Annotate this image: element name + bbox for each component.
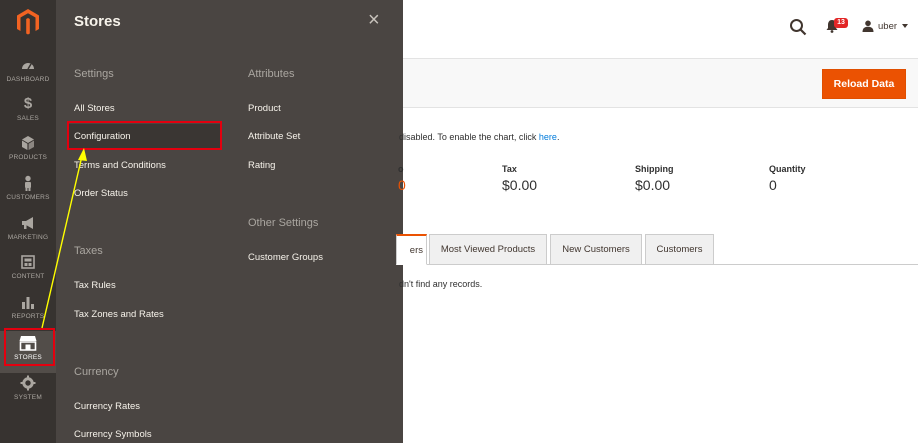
notification-count-badge: 13 <box>834 18 848 28</box>
totals-value-shipping: $0.00 <box>635 177 671 193</box>
tab-bestsellers[interactable]: ers <box>396 234 427 265</box>
group-title-currency: Currency <box>74 366 119 378</box>
menu-link-configuration[interactable]: Configuration <box>68 124 220 148</box>
group-title-settings: Settings <box>74 68 114 80</box>
nav-stores[interactable]: STORES <box>0 331 56 373</box>
content-layout-icon <box>21 255 35 269</box>
nav-customers[interactable]: CUSTOMERS <box>0 175 56 215</box>
megaphone-icon <box>22 217 33 229</box>
menu-link-tax-rules[interactable]: Tax Rules <box>74 280 116 291</box>
menu-link-tax-zones-and-rates[interactable]: Tax Zones and Rates <box>74 309 164 320</box>
totals-label-shipping: Shipping <box>635 164 674 174</box>
tab-customers[interactable]: Customers <box>645 234 714 265</box>
menu-link-currency-rates[interactable]: Currency Rates <box>74 401 140 412</box>
magento-logo[interactable] <box>0 0 56 44</box>
nav-content-label: CONTENT <box>11 273 45 280</box>
close-icon[interactable]: × <box>368 10 380 30</box>
menu-link-currency-symbols[interactable]: Currency Symbols <box>74 429 152 440</box>
group-title-attributes: Attributes <box>248 68 295 80</box>
tab-new-customers[interactable]: New Customers <box>550 234 642 265</box>
nav-products-label: PRODUCTS <box>8 154 48 161</box>
nav-marketing[interactable]: MARKETING <box>0 215 56 255</box>
no-records-message: dn't find any records. <box>399 279 483 289</box>
group-title-taxes: Taxes <box>74 245 103 257</box>
nav-sales[interactable]: $ SALES <box>0 96 56 136</box>
totals-label-quantity: Quantity <box>769 164 806 174</box>
person-icon <box>25 175 31 191</box>
totals-label-revenue: o <box>398 164 404 174</box>
chart-msg-text: disabled. To enable the chart, click <box>399 132 539 142</box>
nav-reports-label: REPORTS <box>11 313 45 320</box>
group-title-other-settings: Other Settings <box>248 217 319 229</box>
nav-products[interactable]: PRODUCTS <box>0 135 56 175</box>
bar-chart-icon <box>22 297 34 309</box>
enable-chart-link[interactable]: here <box>539 132 557 142</box>
magento-admin-screen: DASHBOARD $ SALES PRODUCTS CUSTOMERS MAR… <box>0 0 918 443</box>
nav-sales-label: SALES <box>17 115 39 122</box>
nav-customers-label: CUSTOMERS <box>6 194 50 201</box>
user-name[interactable]: uber <box>878 21 897 32</box>
nav-dashboard-label: DASHBOARD <box>6 76 50 83</box>
menu-link-customer-groups[interactable]: Customer Groups <box>248 252 323 263</box>
page-actions-toolbar: Reload Data <box>403 58 918 108</box>
magento-logo-icon <box>17 9 39 35</box>
cube-icon <box>22 136 34 150</box>
dollar-icon: $ <box>23 95 33 112</box>
totals-value-quantity: 0 <box>769 177 777 193</box>
search-icon[interactable] <box>789 18 807 36</box>
storefront-icon <box>19 336 37 351</box>
menu-link-all-stores[interactable]: All Stores <box>74 103 115 114</box>
nav-system[interactable]: SYSTEM <box>0 375 56 415</box>
admin-left-nav: DASHBOARD $ SALES PRODUCTS CUSTOMERS MAR… <box>0 0 56 443</box>
chart-disabled-message: disabled. To enable the chart, click her… <box>399 132 559 142</box>
nav-stores-label: STORES <box>14 354 42 361</box>
menu-link-attribute-set[interactable]: Attribute Set <box>248 131 300 142</box>
reload-data-button[interactable]: Reload Data <box>822 69 906 99</box>
tab-most-viewed-products[interactable]: Most Viewed Products <box>429 234 547 265</box>
totals-value-tax: $0.00 <box>502 177 538 193</box>
nav-marketing-label: MARKETING <box>7 234 49 241</box>
totals-label-tax: Tax <box>502 164 517 174</box>
flyout-title: Stores <box>74 13 121 30</box>
stores-flyout-menu: Stores × Settings All Stores Configurati… <box>56 0 403 443</box>
chart-msg-suffix: . <box>556 132 560 142</box>
user-icon[interactable] <box>862 20 874 32</box>
menu-link-rating[interactable]: Rating <box>248 160 275 171</box>
totals-value-revenue: 0 <box>398 177 406 193</box>
nav-dashboard[interactable]: DASHBOARD <box>0 57 56 97</box>
page-header: 13 uber <box>403 0 918 58</box>
dashboard-gauge-icon <box>22 63 34 70</box>
menu-link-order-status[interactable]: Order Status <box>74 188 128 199</box>
menu-link-product[interactable]: Product <box>248 103 281 114</box>
chevron-down-icon[interactable] <box>902 24 908 28</box>
nav-content[interactable]: CONTENT <box>0 254 56 294</box>
nav-system-label: SYSTEM <box>14 394 42 401</box>
menu-link-terms-and-conditions[interactable]: Terms and Conditions <box>74 160 166 171</box>
nav-reports[interactable]: REPORTS <box>0 294 56 334</box>
gear-icon <box>20 375 36 391</box>
